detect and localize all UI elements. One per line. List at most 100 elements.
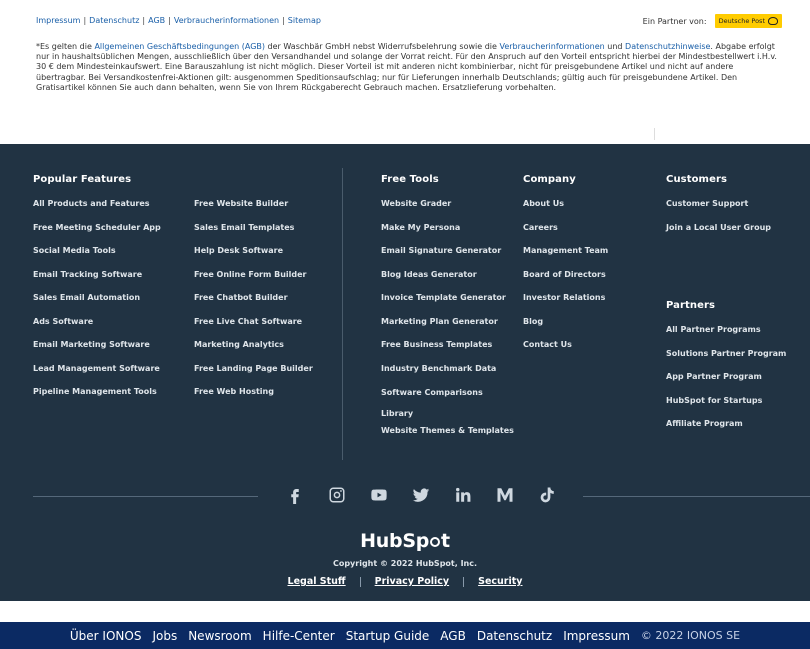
partner-info: Ein Partner von: Deutsche Post [643,14,782,28]
twitter-icon[interactable] [410,484,431,505]
medium-icon[interactable] [494,484,515,505]
footer-link[interactable]: Board of Directors [523,270,608,294]
footer-link[interactable]: Management Team [523,246,608,270]
jobs-link[interactable]: Jobs [152,629,177,643]
footer-link[interactable]: All Partner Programs [666,325,786,349]
footer-link[interactable]: Ads Software [33,317,161,341]
divider [359,576,361,587]
customers-list: Customer Support Join a Local User Group [666,199,771,246]
startup-guide-link[interactable]: Startup Guide [346,629,430,643]
logo-text-s: S [402,530,416,552]
datenschutz-link[interactable]: Datenschutz [89,16,139,25]
footer-link[interactable]: Join a Local User Group [666,223,771,247]
free-tools-heading: Free Tools [381,174,439,185]
divider [583,496,810,497]
newsroom-link[interactable]: Newsroom [188,629,251,643]
youtube-icon[interactable] [368,484,389,505]
deutsche-post-logo[interactable]: Deutsche Post [714,14,782,28]
ionos-footer-bar: Über IONOS Jobs Newsroom Hilfe-Center St… [0,622,810,649]
footer-link[interactable]: Marketing Plan Generator [381,317,514,341]
logo-text-t: t [441,530,450,552]
social-icons [284,484,557,505]
footer-link[interactable]: Software Comparisons Library [381,382,491,426]
security-link[interactable]: Security [478,576,522,587]
footer-link[interactable]: Blog [523,317,608,341]
linkedin-icon[interactable] [452,484,473,505]
hilfe-center-link[interactable]: Hilfe-Center [263,629,335,643]
instagram-icon[interactable] [326,484,347,505]
company-heading: Company [523,174,576,185]
free-tools-column: Free Tools Website Grader Make My Person… [381,174,514,450]
footer-link[interactable]: Email Marketing Software [33,340,161,364]
footer-link[interactable]: Email Tracking Software [33,270,161,294]
divider [463,576,465,587]
footer-link[interactable]: Sales Email Automation [33,293,161,317]
hubspot-logo[interactable]: HubSp t [0,530,810,552]
privacy-policy-link[interactable]: Privacy Policy [375,576,449,587]
footer-link[interactable]: Blog Ideas Generator [381,270,514,294]
footer-link[interactable]: Affiliate Program [666,419,786,443]
popular-features-list-2: Free Website Builder Sales Email Templat… [194,199,313,411]
footer-link[interactable]: Careers [523,223,608,247]
footer-link[interactable]: Help Desk Software [194,246,313,270]
footer-link[interactable]: Free Web Hosting [194,387,313,411]
column-divider [342,168,343,460]
sitemap-link[interactable]: Sitemap [288,16,321,25]
footer-link[interactable]: Website Grader [381,199,514,223]
agb-link[interactable]: AGB [148,16,165,25]
legal-disclaimer-text: *Es gelten die Allgemeinen Geschäftsbedi… [36,42,777,92]
footer-link[interactable]: Customer Support [666,199,771,223]
ionos-impressum-link[interactable]: Impressum [563,629,630,643]
footer-link[interactable]: Invoice Template Generator [381,293,514,317]
divider [654,128,655,140]
footer-link[interactable]: Email Signature Generator [381,246,514,270]
footer-link[interactable]: App Partner Program [666,372,786,396]
post-horn-icon [768,17,778,25]
legal-links-bar: Impressum | Datenschutz | AGB | Verbraucherinf… [36,16,321,25]
impressum-link[interactable]: Impressum [36,16,80,25]
footer-link[interactable]: Website Themes & Templates [381,426,514,450]
footer-link[interactable]: Free Chatbot Builder [194,293,313,317]
verbraucherinformationen-link[interactable]: Verbraucherinformationen [174,16,279,25]
footer-link[interactable]: Marketing Analytics [194,340,313,364]
footer-link[interactable]: Social Media Tools [33,246,161,270]
company-list: About Us Careers Management Team Board o… [523,199,608,364]
popular-features-column: Popular Features All Products and Featur… [33,174,161,411]
partners-column: Partners All Partner Programs Solutions … [666,300,786,443]
footer-link[interactable]: Investor Relations [523,293,608,317]
footer-link[interactable]: Solutions Partner Program [666,349,786,373]
footer-link[interactable]: All Products and Features [33,199,161,223]
footer-link[interactable]: Free Meeting Scheduler App [33,223,161,247]
logo-text-p: p [415,530,430,552]
legal-notice-section: Impressum | Datenschutz | AGB | Verbraucherinf… [0,0,810,144]
facebook-icon[interactable] [284,484,305,505]
policy-links: Legal Stuff Privacy Policy Security [0,576,810,587]
legal-stuff-link[interactable]: Legal Stuff [288,576,346,587]
footer-link[interactable]: Free Website Builder [194,199,313,223]
verbraucherinfo-inline-link[interactable]: Verbraucherinformationen [499,42,604,51]
partners-list: All Partner Programs Solutions Partner P… [666,325,786,443]
footer-link[interactable]: HubSpot for Startups [666,396,786,420]
ionos-agb-link[interactable]: AGB [440,629,466,643]
footer-link[interactable]: Free Online Form Builder [194,270,313,294]
footer-link[interactable]: Sales Email Templates [194,223,313,247]
datenschutz-inline-link[interactable]: Datenschutzhinweise [625,42,710,51]
footer-link[interactable]: Free Landing Page Builder [194,364,313,388]
deutsche-post-label: Deutsche Post [718,17,765,25]
ionos-datenschutz-link[interactable]: Datenschutz [477,629,552,643]
tiktok-icon[interactable] [536,484,557,505]
ueber-ionos-link[interactable]: Über IONOS [70,629,142,643]
footer-link[interactable]: Contact Us [523,340,608,364]
customers-column: Customers Customer Support Join a Local … [666,174,771,246]
footer-link[interactable]: Make My Persona [381,223,514,247]
social-links-row [0,482,810,510]
footer-link[interactable]: Pipeline Management Tools [33,387,161,411]
footer-link[interactable]: Free Business Templates [381,340,514,364]
partner-label: Ein Partner von: [642,16,707,26]
sprocket-icon [430,537,441,547]
agb-inline-link[interactable]: Allgemeinen Geschäftsbedingungen (AGB) [94,42,265,51]
divider [33,496,258,497]
footer-link[interactable]: Lead Management Software [33,364,161,388]
footer-link[interactable]: About Us [523,199,608,223]
footer-link[interactable]: Free Live Chat Software [194,317,313,341]
